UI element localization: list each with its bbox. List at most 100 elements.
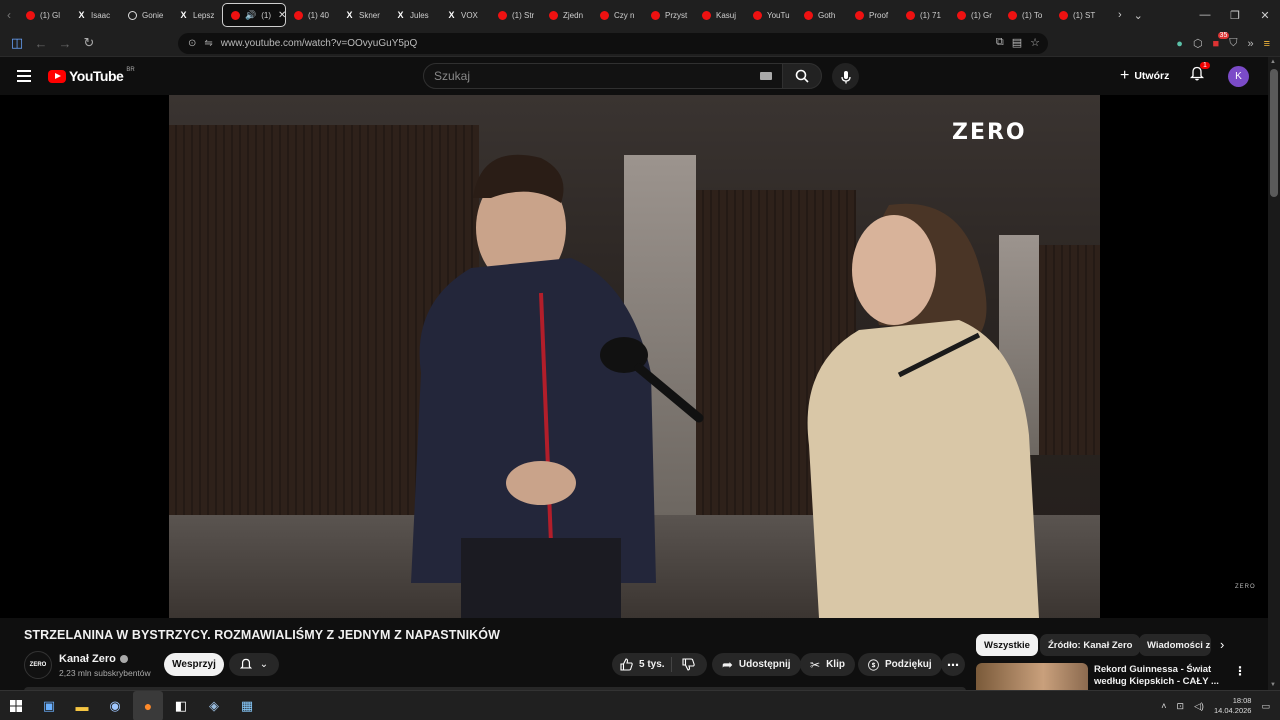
network-icon[interactable]: ⊡ bbox=[1176, 701, 1184, 712]
share-button[interactable]: ➦ Udostępnij bbox=[712, 653, 801, 676]
browser-tab[interactable]: (1) ST bbox=[1051, 3, 1102, 27]
reload-icon[interactable]: ↻ bbox=[77, 35, 101, 51]
screen: ‹ (1) Gl X Isaac Gonie X Lepsz 🔊 (1) ✕ (1) 40 X Skn… bbox=[0, 0, 1280, 720]
thanks-button[interactable]: ⓢ Podziękuj bbox=[858, 653, 942, 676]
monitor-app-icon[interactable]: ▣ bbox=[41, 698, 57, 714]
browser-tab[interactable]: YouTu bbox=[745, 3, 796, 27]
youtube-icon bbox=[549, 10, 558, 20]
chevron-right-icon[interactable]: › bbox=[1220, 637, 1224, 652]
account-avatar[interactable]: K bbox=[1228, 66, 1249, 87]
chevron-right-icon[interactable]: › bbox=[1118, 9, 1122, 21]
privacy-shield-icon[interactable]: ⛉ bbox=[1229, 37, 1237, 50]
file-explorer-icon[interactable]: ▬ bbox=[74, 698, 90, 714]
chip-news[interactable]: Wiadomości z bbox=[1139, 634, 1211, 656]
more-tools-icon[interactable]: » bbox=[1247, 38, 1253, 50]
browser-tab[interactable]: (1) To bbox=[1000, 3, 1051, 27]
browser-tab[interactable]: Przyst bbox=[643, 3, 694, 27]
chip-all[interactable]: Wszystkie bbox=[976, 634, 1038, 656]
extensions-puzzle-icon[interactable]: ⬡ bbox=[1193, 37, 1203, 50]
clock[interactable]: 18:08 14.04.2026 bbox=[1214, 696, 1252, 716]
browser-tab[interactable]: X Jules bbox=[388, 3, 439, 27]
notifications-button[interactable]: 1 bbox=[1189, 62, 1210, 86]
browser-tab[interactable]: (1) 40 bbox=[286, 3, 337, 27]
thumbs-down-icon bbox=[682, 658, 695, 671]
browser-tab[interactable]: Proof bbox=[847, 3, 898, 27]
tab-label: Goth bbox=[818, 10, 836, 20]
browser-tab[interactable]: X Skner bbox=[337, 3, 388, 27]
scrollbar-thumb[interactable] bbox=[1270, 69, 1278, 197]
browser-tab[interactable]: (1) Gl bbox=[18, 3, 69, 27]
keyboard-icon[interactable] bbox=[760, 72, 772, 80]
channel-name-row[interactable]: Kanał Zero bbox=[59, 653, 128, 665]
firefox-icon[interactable]: ● bbox=[140, 698, 156, 714]
corner-watermark: ZERO bbox=[1235, 584, 1256, 590]
scroll-up-icon[interactable]: ▲ bbox=[1270, 59, 1276, 65]
youtube-icon bbox=[498, 10, 507, 20]
tab-scroll-left-icon[interactable]: ‹ bbox=[0, 0, 18, 30]
back-icon[interactable]: ← bbox=[29, 36, 53, 51]
close-tab-icon[interactable]: ✕ bbox=[278, 10, 285, 21]
menu-icon[interactable]: ≡ bbox=[1264, 38, 1270, 50]
x-icon: X bbox=[346, 9, 353, 20]
channel-avatar[interactable]: ZERO bbox=[24, 651, 52, 679]
chip-source-channel[interactable]: Źródło: Kanał Zero bbox=[1040, 634, 1141, 656]
subscription-bell-button[interactable]: ⌄ bbox=[229, 653, 279, 676]
browser-tab[interactable]: (1) 71 bbox=[898, 3, 949, 27]
restore-icon[interactable]: ❐ bbox=[1220, 9, 1250, 22]
browser-tab[interactable]: (1) Str bbox=[490, 3, 541, 27]
reader-icon[interactable]: ▤ bbox=[1012, 36, 1022, 49]
browser-tab[interactable]: X Isaac bbox=[69, 3, 120, 27]
tune-icon[interactable]: ⇋ bbox=[204, 38, 212, 49]
windows-start-icon[interactable] bbox=[8, 698, 24, 714]
tray-chevron-up-icon[interactable]: ˄ bbox=[1161, 701, 1166, 711]
create-button[interactable]: + Utwórz bbox=[1120, 63, 1169, 89]
recommendation-thumbnail[interactable] bbox=[976, 663, 1088, 693]
game-app-icon[interactable]: ◈ bbox=[206, 698, 222, 714]
video-player[interactable]: ZERO ZERO bbox=[0, 95, 1268, 618]
clip-button[interactable]: ✂ Klip bbox=[800, 653, 855, 676]
browser-tab[interactable]: Czy n bbox=[592, 3, 643, 27]
browser-tab[interactable]: X Lepsz bbox=[171, 3, 222, 27]
address-bar[interactable]: ⊙ ⇋ www.youtube.com/watch?v=OOvyuGuY5pQ … bbox=[178, 33, 1048, 54]
bookmark-star-icon[interactable]: ☆ bbox=[1030, 36, 1040, 49]
search-input[interactable] bbox=[424, 64, 744, 88]
close-window-icon[interactable]: ✕ bbox=[1250, 9, 1280, 22]
dislike-button[interactable] bbox=[672, 658, 695, 671]
steam-icon[interactable]: ◉ bbox=[107, 698, 123, 714]
voice-search-button[interactable] bbox=[832, 63, 859, 90]
channel-name[interactable]: Kanał Zero bbox=[59, 653, 116, 665]
browser-tab[interactable]: X VOX bbox=[439, 3, 490, 27]
audio-playing-icon[interactable]: 🔊 bbox=[245, 10, 256, 21]
tab-label: Lepsz bbox=[193, 10, 215, 20]
like-button[interactable]: 5 tys. bbox=[612, 657, 672, 672]
site-info-icon[interactable]: ⊙ bbox=[188, 38, 196, 49]
recommendation-menu-icon[interactable]: ⋮ bbox=[1234, 664, 1246, 678]
extension-badge-icon[interactable]: ■ 35 bbox=[1213, 31, 1230, 50]
volume-icon[interactable]: ◁) bbox=[1194, 701, 1204, 712]
browser-tab[interactable]: Kasuj bbox=[694, 3, 745, 27]
install-app-icon[interactable]: ⧉ bbox=[996, 36, 1004, 49]
youtube-logo[interactable]: YouTube BR bbox=[48, 67, 135, 84]
browser-tab[interactable]: Gonie bbox=[120, 3, 171, 27]
support-button[interactable]: Wesprzyj bbox=[164, 653, 224, 676]
browser-tab[interactable]: Zjedn bbox=[541, 3, 592, 27]
calculator-icon[interactable]: ▦ bbox=[239, 698, 255, 714]
browser-tab[interactable]: (1) Gr bbox=[949, 3, 1000, 27]
browser-tab[interactable]: Goth bbox=[796, 3, 847, 27]
more-actions-button[interactable]: ⋯ bbox=[941, 653, 965, 676]
notion-icon[interactable]: ◧ bbox=[173, 698, 189, 714]
chevron-down-icon[interactable]: ⌄ bbox=[1134, 9, 1143, 22]
minimize-icon[interactable]: — bbox=[1190, 9, 1220, 21]
shield-extension-icon[interactable]: ● bbox=[1176, 38, 1183, 50]
chevron-down-icon: ⌄ bbox=[259, 659, 269, 670]
scroll-down-icon[interactable]: ▼ bbox=[1270, 682, 1276, 688]
browser-tab[interactable]: 🔊 (1) ✕ bbox=[222, 3, 286, 27]
notification-center-icon[interactable]: ▭ bbox=[1261, 701, 1270, 712]
search-button[interactable] bbox=[782, 63, 822, 89]
sidebar-toggle-icon[interactable]: ◫ bbox=[5, 35, 29, 51]
recommendation-title[interactable]: Rekord Guinnessa - Świat według Kiepskic… bbox=[1094, 664, 1219, 688]
youtube-icon bbox=[855, 10, 864, 20]
page-scrollbar[interactable]: ▲ ▼ bbox=[1268, 57, 1280, 690]
forward-icon[interactable]: → bbox=[53, 36, 77, 51]
hamburger-menu-icon[interactable] bbox=[17, 70, 31, 85]
